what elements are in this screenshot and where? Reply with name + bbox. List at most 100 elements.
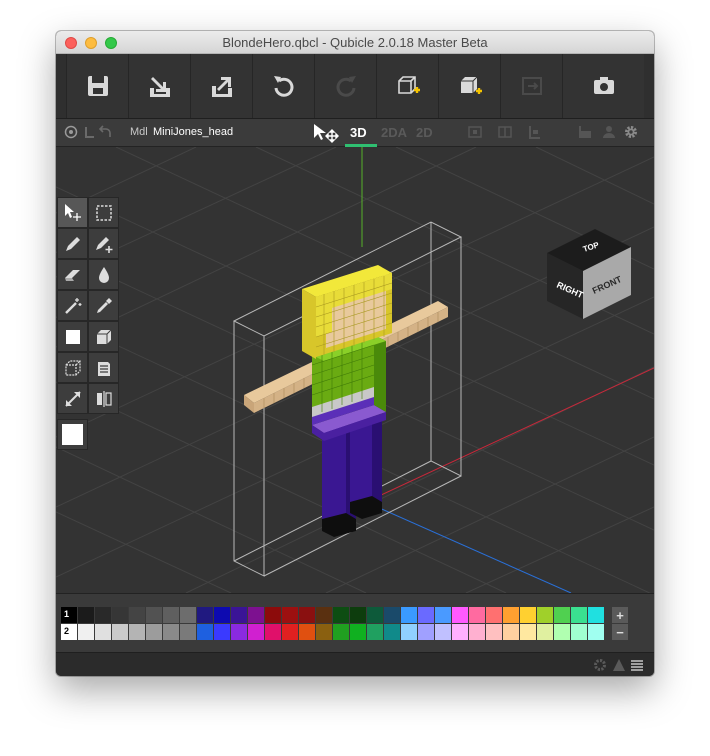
scene-canvas[interactable]: TOP RIGHT FRONT [56,147,654,593]
model-name[interactable]: MiniJones_head [153,126,233,138]
palette-color-swatch[interactable] [503,624,519,640]
palette-color-swatch[interactable] [537,624,553,640]
mode-3d-tab[interactable]: 3D [350,125,367,140]
wire-cube-tool[interactable] [57,352,88,383]
slice-tool[interactable] [88,352,119,383]
back-arrow-icon[interactable] [98,125,112,139]
palette-color-swatch[interactable] [333,624,349,640]
palette-color-swatch[interactable] [214,607,230,623]
palette-color-swatch[interactable] [452,624,468,640]
palette-color-swatch[interactable] [469,607,485,623]
redo-button[interactable] [314,54,376,118]
target-icon[interactable] [64,125,78,139]
new-matrix-button[interactable] [376,54,438,118]
import-button[interactable] [128,54,190,118]
palette-color-swatch[interactable] [435,607,451,623]
palette-color-swatch[interactable] [554,624,570,640]
export-button[interactable] [190,54,252,118]
add-palette-button[interactable]: + [612,607,628,623]
settings-gear-icon[interactable] [624,125,638,139]
mirror-x-icon[interactable] [468,125,482,139]
extrude-tool[interactable] [88,321,119,352]
palette-color-swatch[interactable] [180,624,196,640]
palette-color-swatch[interactable] [418,624,434,640]
user-icon[interactable] [602,125,616,139]
mirror-tool[interactable] [88,383,119,414]
palette-color-swatch[interactable] [231,607,247,623]
add-voxel-tool[interactable] [57,321,88,352]
palette-color-swatch[interactable] [554,607,570,623]
palette-color-swatch[interactable] [299,624,315,640]
mode-2d-tab[interactable]: 2D [416,125,433,140]
eyedropper-tool[interactable] [88,290,119,321]
palette-color-swatch[interactable] [265,624,281,640]
select-move-icon[interactable] [312,123,340,143]
palette-color-swatch[interactable] [112,624,128,640]
palette-color-swatch[interactable] [537,607,553,623]
palette-color-swatch[interactable] [571,607,587,623]
palette-color-swatch[interactable] [197,607,213,623]
pencil-tool[interactable] [57,228,88,259]
transform-button[interactable] [500,54,562,118]
palette-color-swatch[interactable] [146,624,162,640]
palette-color-swatch[interactable] [571,624,587,640]
palette-color-swatch[interactable] [95,607,111,623]
palette-color-swatch[interactable] [503,607,519,623]
pencil-add-tool[interactable] [88,228,119,259]
align-icon[interactable] [82,125,96,139]
magic-wand-tool[interactable] [57,290,88,321]
palette-color-swatch[interactable] [435,624,451,640]
palette-color-swatch[interactable] [452,607,468,623]
palette-color-swatch[interactable] [384,607,400,623]
palette-color-swatch[interactable] [248,607,264,623]
palette-color-swatch[interactable] [146,607,162,623]
mirror-y-icon[interactable] [498,125,512,139]
palette-color-swatch[interactable] [180,607,196,623]
palette-color-swatch[interactable] [265,607,281,623]
new-cube-button[interactable] [438,54,500,118]
palette-color-swatch[interactable] [367,607,383,623]
palette-color-swatch[interactable] [282,624,298,640]
marquee-select-tool[interactable] [88,197,119,228]
palette-color-swatch[interactable] [520,624,536,640]
palette-color-swatch[interactable] [316,607,332,623]
palette-color-swatch[interactable] [486,624,502,640]
palette-color-swatch[interactable] [163,624,179,640]
palette-color-swatch[interactable] [129,624,145,640]
menu-icon[interactable] [630,658,644,672]
palette-color-swatch[interactable] [197,624,213,640]
screenshot-button[interactable] [562,54,644,118]
palette-color-swatch[interactable] [418,607,434,623]
palette-color-swatch[interactable] [214,624,230,640]
palette-color-swatch[interactable] [316,624,332,640]
fill-tool[interactable] [88,259,119,290]
3d-viewport[interactable]: TOP RIGHT FRONT [56,147,654,593]
palette-color-swatch[interactable] [384,624,400,640]
palette-color-swatch[interactable] [401,624,417,640]
palette-color-swatch[interactable] [112,607,128,623]
palette-color-swatch[interactable] [95,624,111,640]
layout-icon[interactable] [578,125,592,139]
palette-color-swatch[interactable] [367,624,383,640]
palette-color-swatch[interactable] [520,607,536,623]
navigation-cube[interactable]: TOP RIGHT FRONT [547,229,631,319]
eraser-tool[interactable] [57,259,88,290]
palette-color-swatch[interactable] [299,607,315,623]
palette-color-swatch[interactable] [163,607,179,623]
remove-palette-button[interactable]: − [612,624,628,640]
save-button[interactable] [66,54,128,118]
palette-color-swatch[interactable] [469,624,485,640]
palette-color-swatch[interactable] [78,607,94,623]
current-color-swatch[interactable] [57,419,88,450]
palette-color-swatch[interactable] [248,624,264,640]
select-move-tool[interactable] [57,197,88,228]
palette-color-swatch[interactable] [333,607,349,623]
palette-color-swatch[interactable] [588,607,604,623]
settings-gear-icon[interactable] [593,658,607,672]
palette-color-swatch[interactable] [78,624,94,640]
palette-color-swatch[interactable] [588,624,604,640]
palette-color-swatch[interactable] [401,607,417,623]
palette-color-swatch[interactable] [350,624,366,640]
mode-2da-tab[interactable]: 2DA [381,125,407,140]
palette-color-swatch[interactable]: 1 [61,607,77,623]
